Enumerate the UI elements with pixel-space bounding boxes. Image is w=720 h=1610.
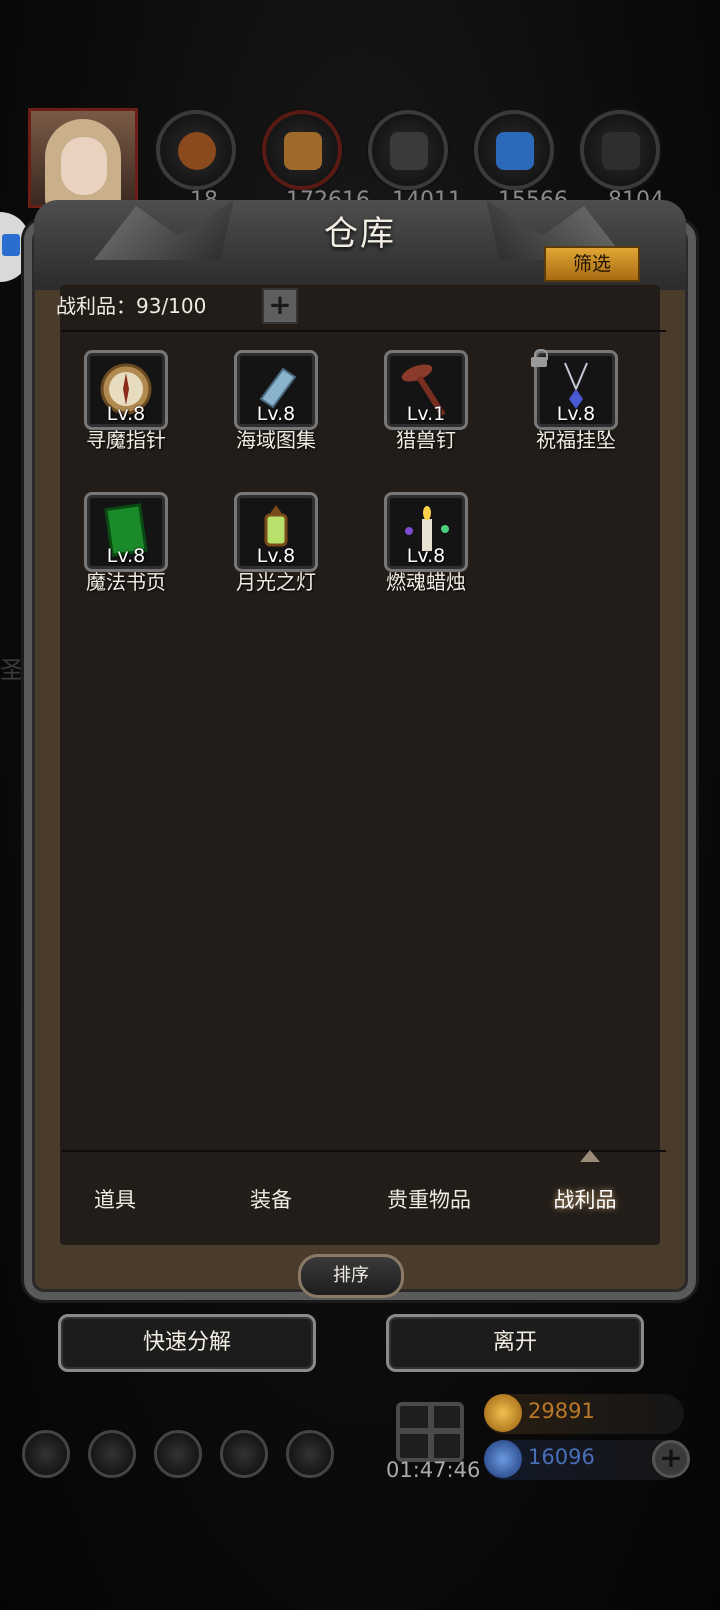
item-slot: Lv.8 [84, 492, 168, 572]
item-name: 祝福挂坠 [536, 428, 616, 452]
item-slot: Lv.8 [234, 492, 318, 572]
inventory-count: 战利品：93/100 [56, 294, 207, 318]
gift-timer: 01:47:46 [386, 1458, 481, 1482]
resource-icon-3[interactable] [368, 110, 448, 190]
item-level: Lv.8 [256, 545, 296, 567]
quick-dismantle-button[interactable]: 快速分解 [58, 1314, 316, 1372]
gold-amount: 29891 [528, 1399, 595, 1423]
item-level: Lv.8 [106, 545, 146, 567]
item-slot: Lv.8 [234, 350, 318, 430]
item-slot: Lv.8 [384, 492, 468, 572]
lock-icon [531, 349, 548, 367]
hud-map-icon[interactable] [286, 1430, 334, 1478]
tab-loot[interactable]: 战利品 [510, 1162, 660, 1238]
tab-equipment[interactable]: 装备 [196, 1162, 346, 1238]
inventory-item[interactable]: Lv.8 月光之灯 [198, 492, 348, 612]
sort-button[interactable]: 排序 [298, 1254, 404, 1298]
item-name: 猎兽钉 [396, 428, 456, 452]
expand-capacity-button[interactable]: + [262, 288, 298, 324]
hud-settings-icon[interactable] [22, 1430, 70, 1478]
inventory-item[interactable]: Lv.8 寻魔指针 [48, 350, 198, 470]
player-avatar[interactable] [28, 108, 138, 208]
inventory-item[interactable]: Lv.1 猎兽钉 [348, 350, 498, 470]
item-level: Lv.8 [256, 403, 296, 425]
inventory-item[interactable]: Lv.8 海域图集 [198, 350, 348, 470]
item-level: Lv.8 [106, 403, 146, 425]
inventory-item[interactable]: Lv.8 魔法书页 [48, 492, 198, 612]
inventory-item[interactable]: Lv.8 祝福挂坠 [498, 349, 648, 470]
tab-indicator [580, 1150, 600, 1162]
item-name: 月光之灯 [236, 570, 316, 594]
inventory-tabs: 道具 装备 贵重物品 战利品 [24, 1162, 644, 1238]
item-slot: Lv.8 [531, 349, 618, 430]
inventory-item[interactable]: Lv.8 燃魂蜡烛 [348, 492, 498, 612]
divider-bottom [62, 1150, 666, 1152]
item-name: 燃魂蜡烛 [386, 570, 466, 594]
tab-items[interactable]: 道具 [40, 1162, 190, 1238]
item-slot: Lv.1 [384, 350, 468, 430]
item-name: 魔法书页 [86, 570, 166, 594]
hud-star-icon[interactable] [88, 1430, 136, 1478]
gem-amount: 16096 [528, 1445, 595, 1469]
resource-icon-1[interactable] [156, 110, 236, 190]
gift-box-icon[interactable] [396, 1402, 464, 1462]
gold-coin-icon [484, 1394, 522, 1432]
avatar-face [61, 137, 107, 195]
resource-icon-2[interactable] [262, 110, 342, 190]
resource-icon-5[interactable] [580, 110, 660, 190]
hud-castle-icon[interactable] [154, 1430, 202, 1478]
item-slot: Lv.8 [84, 350, 168, 430]
filter-button[interactable]: 筛选 [544, 246, 640, 282]
add-currency-button[interactable]: + [652, 1440, 690, 1478]
gem-icon [484, 1440, 522, 1478]
warehouse-window: 仓库 筛选 战利品：93/100 + Lv.8 寻魔指针 Lv.8 海域图集 L… [24, 200, 696, 1300]
hud-mail-icon[interactable] [220, 1430, 268, 1478]
item-level: Lv.1 [406, 403, 446, 425]
resource-icon-4[interactable] [474, 110, 554, 190]
item-level: Lv.8 [556, 403, 596, 425]
tab-valuables[interactable]: 贵重物品 [354, 1162, 504, 1238]
item-name: 寻魔指针 [86, 428, 166, 452]
divider-top [62, 330, 666, 332]
gold-currency: 29891 [484, 1394, 684, 1434]
chat-icon [2, 234, 20, 256]
item-name: 海域图集 [236, 428, 316, 452]
background-glyph: 圣 [0, 656, 24, 684]
item-level: Lv.8 [406, 545, 446, 567]
leave-button[interactable]: 离开 [386, 1314, 644, 1372]
